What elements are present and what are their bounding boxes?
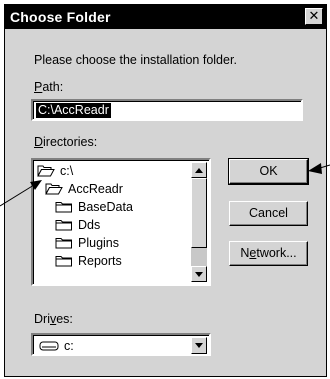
- arrow-to-directories: [0, 180, 42, 207]
- arrow-to-ok: [308, 163, 330, 174]
- annotation-arrows: [0, 163, 330, 207]
